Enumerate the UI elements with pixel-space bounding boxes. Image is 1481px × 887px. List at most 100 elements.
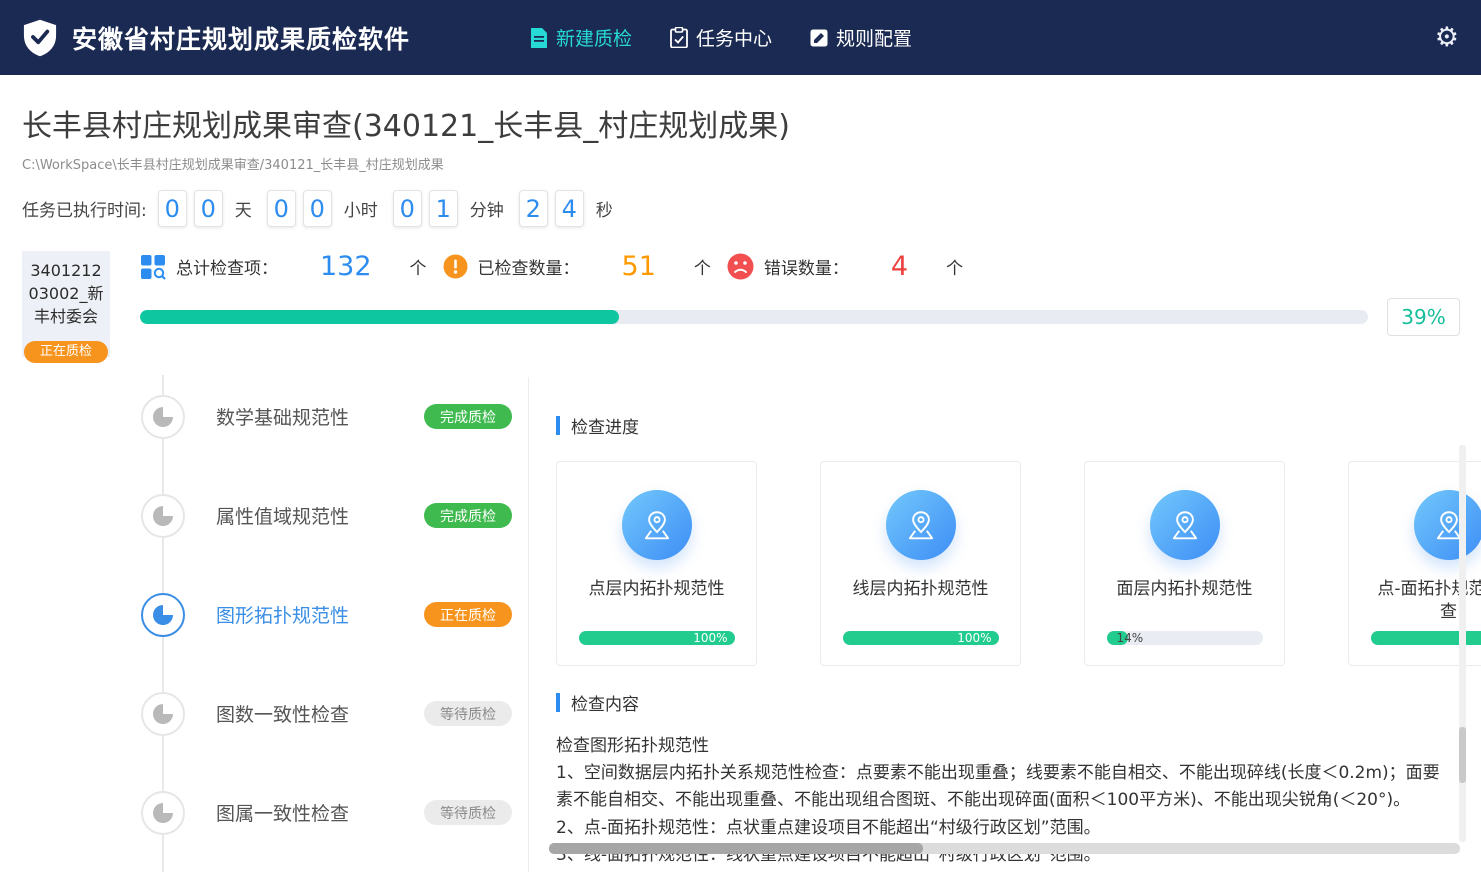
shield-logo-icon <box>22 19 58 57</box>
status-badge: 完成质检 <box>424 404 512 429</box>
timer-digit: 4 <box>555 190 584 227</box>
progress-card-line-layer: 线层内拓扑规范性 100% <box>820 461 1021 666</box>
page-title: 长丰县村庄规划成果审查(340121_长丰县_村庄规划成果) <box>22 101 1481 145</box>
timer-unit-days: 天 <box>235 196 252 221</box>
pie-chart-icon <box>141 494 185 538</box>
village-tab[interactable]: 340121203002_新丰村委会 正在质检 <box>22 251 110 357</box>
pie-chart-icon <box>141 692 185 736</box>
error-count-value: 4 <box>891 251 908 282</box>
progress-card-point-layer: 点层内拓扑规范性 100% <box>556 461 757 666</box>
main-content: 长丰县村庄规划成果审查(340121_长丰县_村庄规划成果) C:\WorkSp… <box>0 101 1481 872</box>
horizontal-scrollbar-thumb[interactable] <box>549 843 923 854</box>
error-count-label: 错误数量： <box>764 254 849 279</box>
check-item-label: 图数一致性检查 <box>216 700 349 727</box>
section-accent-bar <box>556 693 560 712</box>
section-accent-bar <box>556 416 560 435</box>
app-title: 安徽省村庄规划成果质检软件 <box>72 20 410 56</box>
total-items-label: 总计检查项： <box>176 254 278 279</box>
progress-section-header: 检查进度 <box>556 413 1481 438</box>
timer-digit: 0 <box>393 190 422 227</box>
overall-progress-row: 39% <box>140 298 1460 336</box>
section-title: 检查进度 <box>571 413 639 438</box>
timer-digit: 0 <box>267 190 296 227</box>
status-badge: 完成质检 <box>424 503 512 528</box>
timer-digit: 0 <box>194 190 223 227</box>
status-badge: 等待质检 <box>424 701 512 726</box>
section-title: 检查内容 <box>571 690 639 715</box>
nav-item-task-center[interactable]: 任务中心 <box>670 24 772 51</box>
card-title: 点层内拓扑规范性 <box>589 578 725 601</box>
timer-digit: 0 <box>303 190 332 227</box>
new-document-icon <box>530 28 548 48</box>
nav-item-label: 规则配置 <box>836 24 912 51</box>
timer-unit-minutes: 分钟 <box>470 196 504 221</box>
content-paragraph: 检查图形拓扑规范性 <box>556 733 1451 760</box>
sad-face-icon <box>727 253 754 280</box>
checked-count-label: 已检查数量： <box>478 254 580 279</box>
clipboard-icon <box>670 27 688 48</box>
check-item-map-attribute-consistency[interactable]: 图属一致性检查 等待质检 <box>22 763 528 862</box>
card-progress-label: 100% <box>957 631 991 645</box>
village-status-badge: 正在质检 <box>24 341 108 363</box>
card-progress-label: 100% <box>693 631 727 645</box>
map-pin-icon <box>1414 490 1481 560</box>
detail-panel: 检查进度 点层内拓扑规范性 100% <box>528 377 1481 872</box>
timer-digit: 2 <box>519 190 548 227</box>
check-item-graphic-topology[interactable]: 图形拓扑规范性 正在质检 <box>22 565 528 664</box>
content-row: 数学基础规范性 完成质检 属性值域规范性 完成质检 图形拓扑规范性 正在质检 <box>22 377 1481 872</box>
timer-digit: 1 <box>429 190 458 227</box>
horizontal-scrollbar-track[interactable] <box>549 843 1460 854</box>
map-pin-icon <box>622 490 692 560</box>
unit-label: 个 <box>694 254 711 279</box>
overall-progress-fill <box>140 310 619 324</box>
card-progress-bar: 100% <box>579 631 735 645</box>
card-title: 面层内拓扑规范性 <box>1117 578 1253 601</box>
unit-label: 个 <box>946 254 963 279</box>
checked-count-value: 51 <box>622 251 656 282</box>
grid-search-icon <box>140 254 166 280</box>
village-tab-name: 340121203002_新丰村委会 <box>26 259 106 329</box>
map-pin-icon <box>886 490 956 560</box>
timer-digit: 0 <box>158 190 187 227</box>
nav-item-new-inspection[interactable]: 新建质检 <box>530 24 632 51</box>
pie-chart-icon <box>141 395 185 439</box>
workspace-path: C:\WorkSpace\长丰县村庄规划成果审查/340121_长丰县_村庄规划… <box>22 154 1481 173</box>
check-category-list: 数学基础规范性 完成质检 属性值域规范性 完成质检 图形拓扑规范性 正在质检 <box>22 367 528 872</box>
vertical-scrollbar-thumb[interactable] <box>1459 727 1466 783</box>
pie-chart-icon <box>141 593 185 637</box>
unit-label: 个 <box>410 254 427 279</box>
check-item-math-basis[interactable]: 数学基础规范性 完成质检 <box>22 367 528 466</box>
check-item-attribute-range[interactable]: 属性值域规范性 完成质检 <box>22 466 528 565</box>
progress-card-polygon-layer: 面层内拓扑规范性 14% <box>1084 461 1285 666</box>
stats-line: 总计检查项： 132 个 已检查数量： 51 个 <box>140 251 1460 282</box>
alert-circle-icon <box>443 254 468 279</box>
nav-item-label: 新建质检 <box>556 24 632 51</box>
card-progress-label: 14% <box>1117 631 1144 645</box>
overall-progress-percent: 39% <box>1387 298 1460 336</box>
top-navbar: 安徽省村庄规划成果质检软件 新建质检 任务中心 规则配置 <box>0 0 1481 75</box>
check-item-label: 属性值域规范性 <box>216 502 349 529</box>
total-items-value: 132 <box>320 251 372 282</box>
content-paragraph: 1、空间数据层内拓扑关系规范性检查：点要素不能出现重叠；线要素不能自相交、不能出… <box>556 760 1451 814</box>
stats-column: 总计检查项： 132 个 已检查数量： 51 个 <box>140 251 1460 357</box>
status-badge: 等待质检 <box>424 800 512 825</box>
card-progress-bar: 14% <box>1107 631 1263 645</box>
gear-icon[interactable]: ⚙ <box>1435 24 1459 51</box>
rule-config-icon <box>810 29 828 47</box>
timer-label: 任务已执行时间: <box>22 196 147 221</box>
pie-chart-icon <box>141 791 185 835</box>
timer-unit-seconds: 秒 <box>596 196 613 221</box>
map-pin-icon <box>1150 490 1220 560</box>
status-badge: 正在质检 <box>424 602 512 627</box>
content-paragraph: 2、点-面拓扑规范性：点状重点建设项目不能超出“村级行政区划”范围。 <box>556 815 1451 842</box>
timer-unit-hours: 小时 <box>344 196 378 221</box>
overview-row: 340121203002_新丰村委会 正在质检 总计检查项： 132 个 <box>22 251 1481 357</box>
check-item-label: 图属一致性检查 <box>216 799 349 826</box>
nav-item-label: 任务中心 <box>696 24 772 51</box>
card-progress-bar: 100% <box>843 631 999 645</box>
main-nav: 新建质检 任务中心 规则配置 <box>530 24 912 51</box>
content-section-header: 检查内容 <box>556 690 1481 715</box>
overall-progress-bar <box>140 310 1368 324</box>
check-item-map-number-consistency[interactable]: 图数一致性检查 等待质检 <box>22 664 528 763</box>
nav-item-rule-config[interactable]: 规则配置 <box>810 24 912 51</box>
